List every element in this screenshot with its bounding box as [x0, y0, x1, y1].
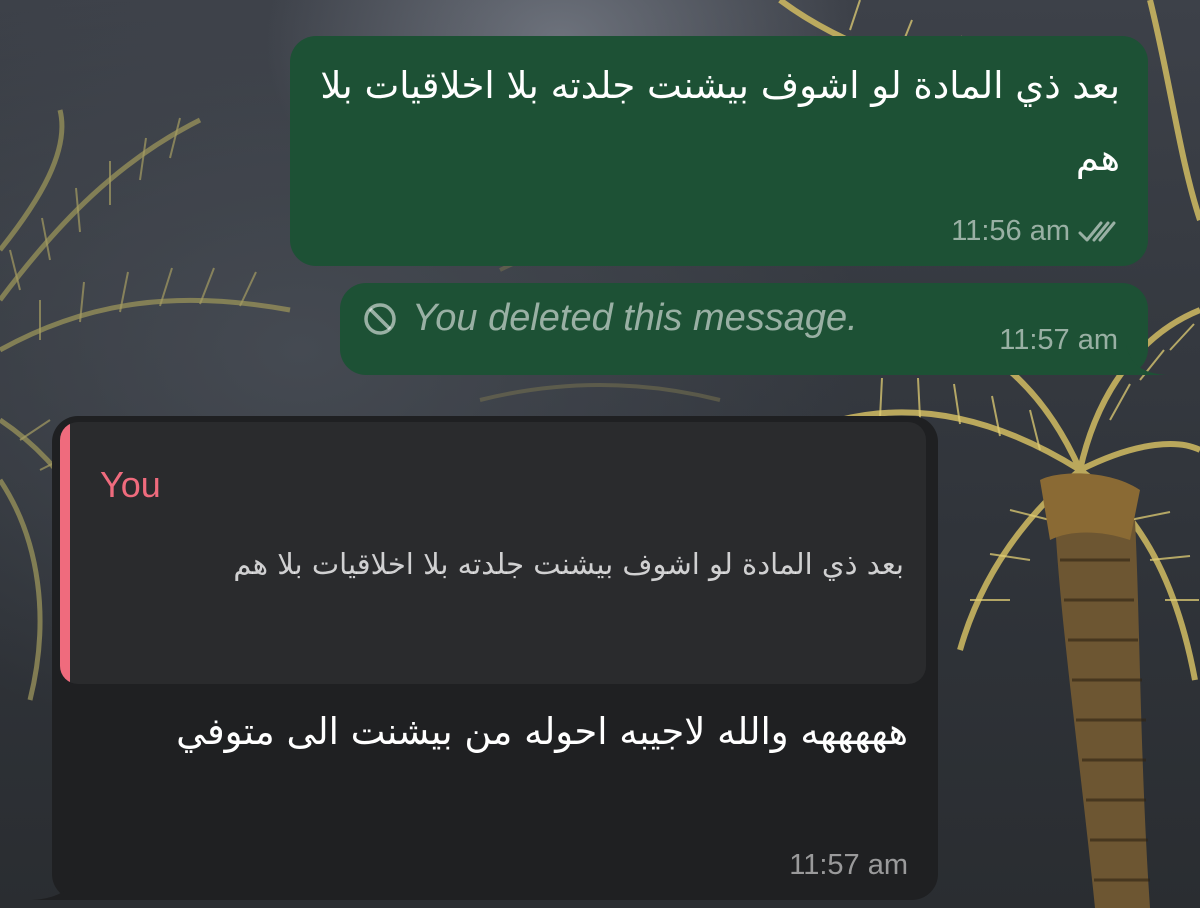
- reply-quote[interactable]: You بعد ذي المادة لو اشوف بيشنت جلدته بل…: [60, 422, 926, 684]
- message-text: بعد ذي المادة لو اشوف بيشنت جلدته بلا اخ…: [320, 64, 1120, 179]
- message-time: 11:57 am: [789, 849, 908, 881]
- deleted-notice: You deleted this message.: [362, 297, 858, 340]
- bubble-tail: [32, 870, 76, 900]
- bubble-tail: [1126, 345, 1166, 375]
- quote-accent-bar: [60, 422, 70, 684]
- quote-text: بعد ذي المادة لو اشوف بيشنت جلدته بلا اخ…: [233, 547, 904, 581]
- message-text: هههههه والله لاجيبه احوله من بيشنت الى م…: [176, 710, 908, 753]
- message-time: 11:57 am: [999, 324, 1118, 356]
- deleted-message-bubble[interactable]: You deleted this message. 11:57 am: [340, 283, 1166, 375]
- prohibited-icon: [364, 302, 396, 335]
- message-time: 11:56 am: [951, 215, 1070, 247]
- outgoing-message-bubble[interactable]: بعد ذي المادة لو اشوف بيشنت جلدته بلا اخ…: [290, 36, 1148, 266]
- quote-author: You: [100, 464, 161, 505]
- message-meta: 11:56 am: [951, 215, 1118, 248]
- read-double-check-icon: [1078, 221, 1116, 241]
- deleted-message-text: You deleted this message.: [412, 297, 858, 339]
- incoming-message-bubble[interactable]: You بعد ذي المادة لو اشوف بيشنت جلدته بل…: [32, 416, 938, 900]
